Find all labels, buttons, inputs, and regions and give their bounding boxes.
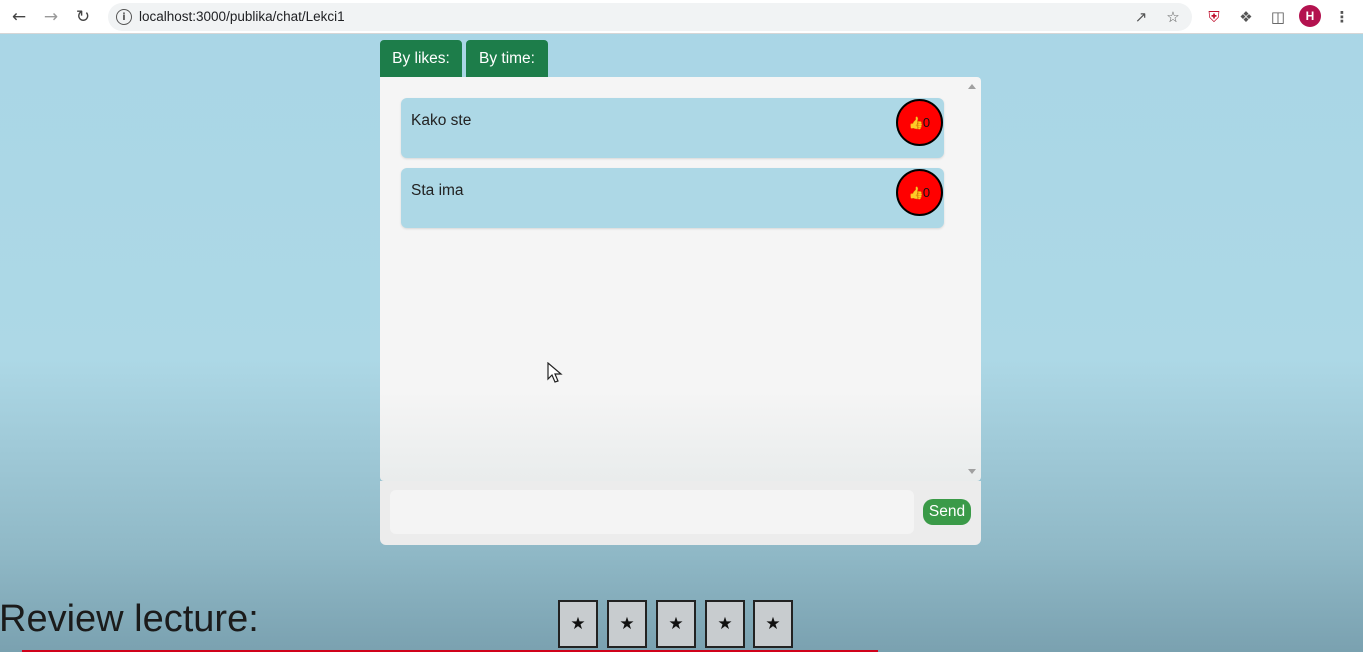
star-rating-1-button[interactable]: ★ xyxy=(558,600,598,648)
star-rating-4-button[interactable]: ★ xyxy=(705,600,745,648)
star-rating-2-button[interactable]: ★ xyxy=(607,600,647,648)
url-text[interactable]: localhost:3000/publika/chat/Lekci1 xyxy=(139,9,345,24)
reload-icon[interactable]: ↻ xyxy=(72,6,94,28)
mouse-cursor-icon xyxy=(547,362,563,383)
thumbs-up-icon: 👍 xyxy=(908,185,924,200)
share-icon[interactable]: ↗ xyxy=(1131,7,1151,27)
forward-arrow-icon[interactable]: → xyxy=(40,6,62,28)
shield-extension-icon[interactable]: ⛨ xyxy=(1203,6,1225,28)
puzzle-extensions-icon[interactable]: ❖ xyxy=(1235,6,1257,28)
thumbs-up-icon: 👍 xyxy=(908,115,924,130)
back-arrow-icon[interactable]: ← xyxy=(8,6,30,28)
like-count: 0 xyxy=(922,185,931,200)
star-rating-3-button[interactable]: ★ xyxy=(656,600,696,648)
kebab-menu-icon[interactable]: ⋮ xyxy=(1331,6,1353,28)
send-button[interactable]: Send xyxy=(923,499,971,525)
browser-toolbar: ← → ↻ i localhost:3000/publika/chat/Lekc… xyxy=(0,0,1363,34)
star-rating-5-button[interactable]: ★ xyxy=(753,600,793,648)
address-bar[interactable]: i localhost:3000/publika/chat/Lekci1 ↗ ☆ xyxy=(108,3,1192,31)
avatar[interactable]: H xyxy=(1299,5,1321,27)
info-icon[interactable]: i xyxy=(116,9,132,25)
scroll-down-arrow-icon[interactable] xyxy=(968,469,976,474)
like-button[interactable]: 👍 0 xyxy=(896,99,943,146)
message-composer: Send xyxy=(380,481,981,545)
chat-message: Kako ste 👍 0 xyxy=(401,98,944,158)
message-text: Kako ste xyxy=(411,112,472,129)
sort-by-likes-button[interactable]: By likes: xyxy=(380,40,462,77)
scroll-up-arrow-icon[interactable] xyxy=(968,84,976,89)
sort-by-time-button[interactable]: By time: xyxy=(466,40,548,77)
like-count: 0 xyxy=(922,115,931,130)
chat-messages-panel[interactable]: Kako ste 👍 0 Sta ima 👍 0 xyxy=(380,77,981,481)
chat-message: Sta ima 👍 0 xyxy=(401,168,944,228)
review-title: Review lecture: xyxy=(0,598,259,640)
side-panel-icon[interactable]: ◫ xyxy=(1267,6,1289,28)
star-bookmark-icon[interactable]: ☆ xyxy=(1163,7,1183,27)
message-input[interactable] xyxy=(390,490,914,534)
message-text: Sta ima xyxy=(411,182,464,199)
chat-scrollbar[interactable] xyxy=(964,77,981,481)
like-button[interactable]: 👍 0 xyxy=(896,169,943,216)
